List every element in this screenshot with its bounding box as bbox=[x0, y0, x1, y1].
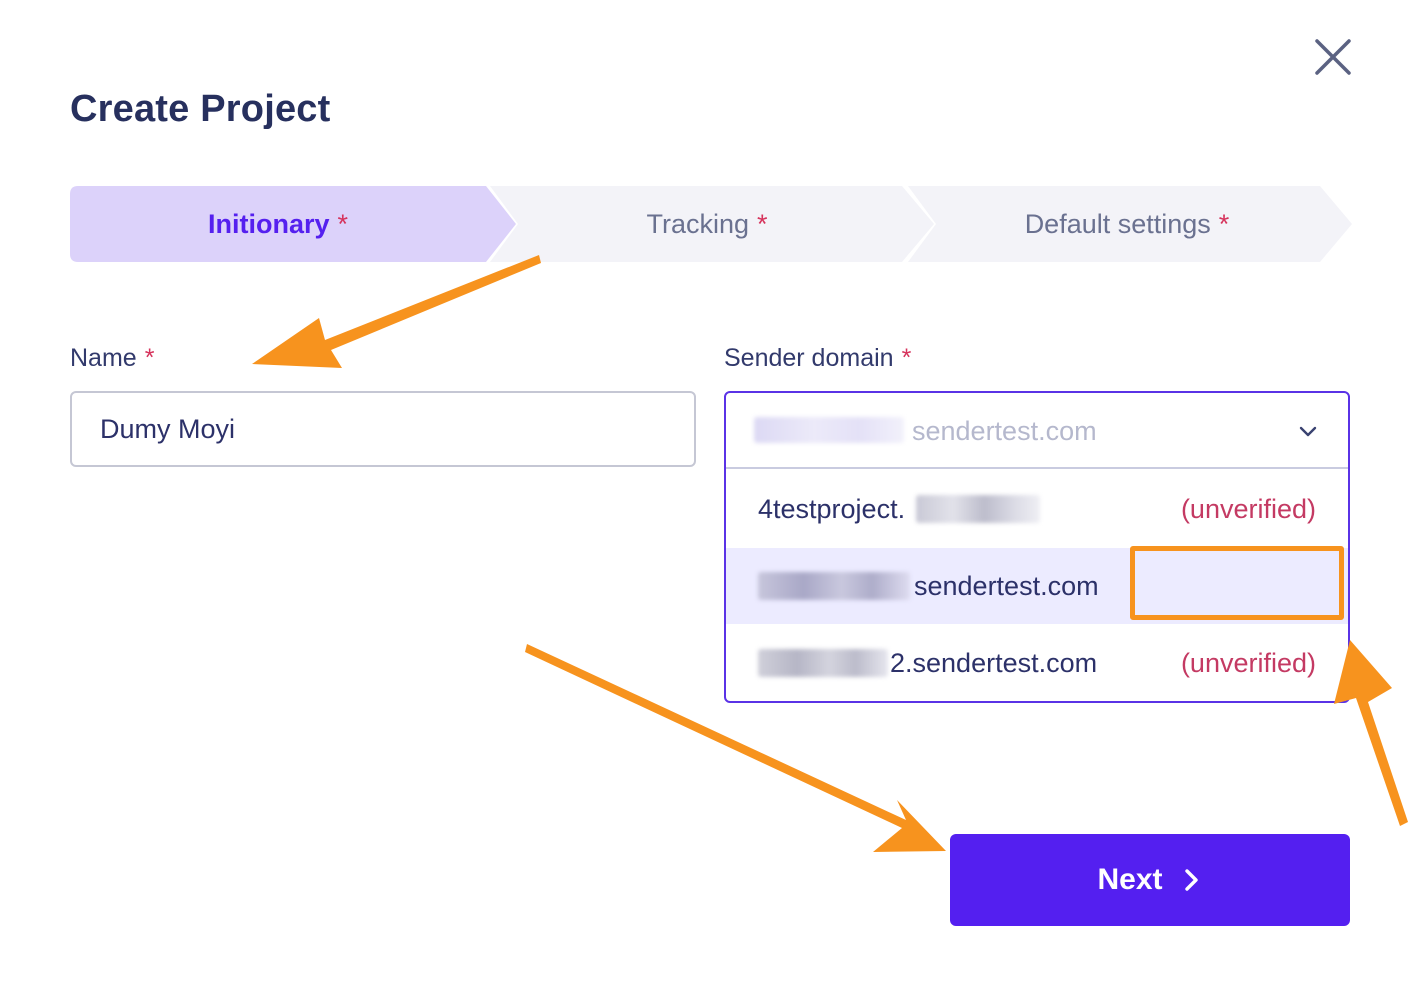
stepper: Initionary * Tracking * Default settings * bbox=[70, 186, 1352, 262]
create-project-dialog: Create Project Initionary * Tracking * Def… bbox=[0, 0, 1426, 982]
sender-domain-label: Sender domain * bbox=[724, 344, 912, 372]
required-mark: * bbox=[337, 209, 349, 239]
page-title: Create Project bbox=[70, 88, 331, 130]
required-mark: * bbox=[1218, 209, 1230, 239]
name-input[interactable] bbox=[70, 391, 696, 467]
option-label: 2.sendertest.com bbox=[890, 648, 1098, 678]
redacted-text bbox=[916, 495, 1040, 523]
annotation-arrow-to-name bbox=[252, 255, 541, 368]
option-label: 4testproject. bbox=[758, 494, 906, 524]
chevron-down-icon bbox=[1299, 426, 1317, 437]
redacted-text bbox=[754, 417, 904, 443]
tab-initionary[interactable]: Initionary * bbox=[70, 186, 486, 262]
option-label: sendertest.com bbox=[914, 571, 1099, 601]
chevron-right-icon bbox=[1184, 869, 1198, 891]
tab-default-settings[interactable]: Default settings * bbox=[920, 186, 1334, 262]
unverified-badge: (unverified) bbox=[1180, 648, 1316, 678]
step-label: Initionary bbox=[207, 209, 330, 239]
step-label: Tracking bbox=[646, 209, 749, 239]
domain-option-1[interactable]: 4testproject. (unverified) bbox=[726, 471, 1348, 547]
select-trigger[interactable]: sendertest.com bbox=[726, 393, 1348, 469]
redacted-text bbox=[758, 572, 910, 600]
selected-value: sendertest.com bbox=[912, 416, 1097, 446]
redacted-text bbox=[758, 649, 888, 677]
domain-option-3[interactable]: 2.sendertest.com (unverified) bbox=[726, 625, 1348, 701]
name-label: Name * bbox=[70, 344, 155, 372]
step-label: Default settings bbox=[1024, 209, 1211, 239]
tab-tracking[interactable]: Tracking * bbox=[500, 186, 914, 262]
next-button[interactable]: Next bbox=[950, 834, 1350, 926]
next-label: Next bbox=[1097, 863, 1163, 896]
unverified-badge: (unverified) bbox=[1180, 494, 1316, 524]
sender-domain-select[interactable]: sendertest.com 4testproject. (unverified… bbox=[724, 391, 1350, 703]
domain-option-2[interactable]: sendertest.com bbox=[726, 548, 1348, 624]
required-mark: * bbox=[757, 209, 768, 239]
close-icon[interactable] bbox=[1310, 34, 1356, 80]
